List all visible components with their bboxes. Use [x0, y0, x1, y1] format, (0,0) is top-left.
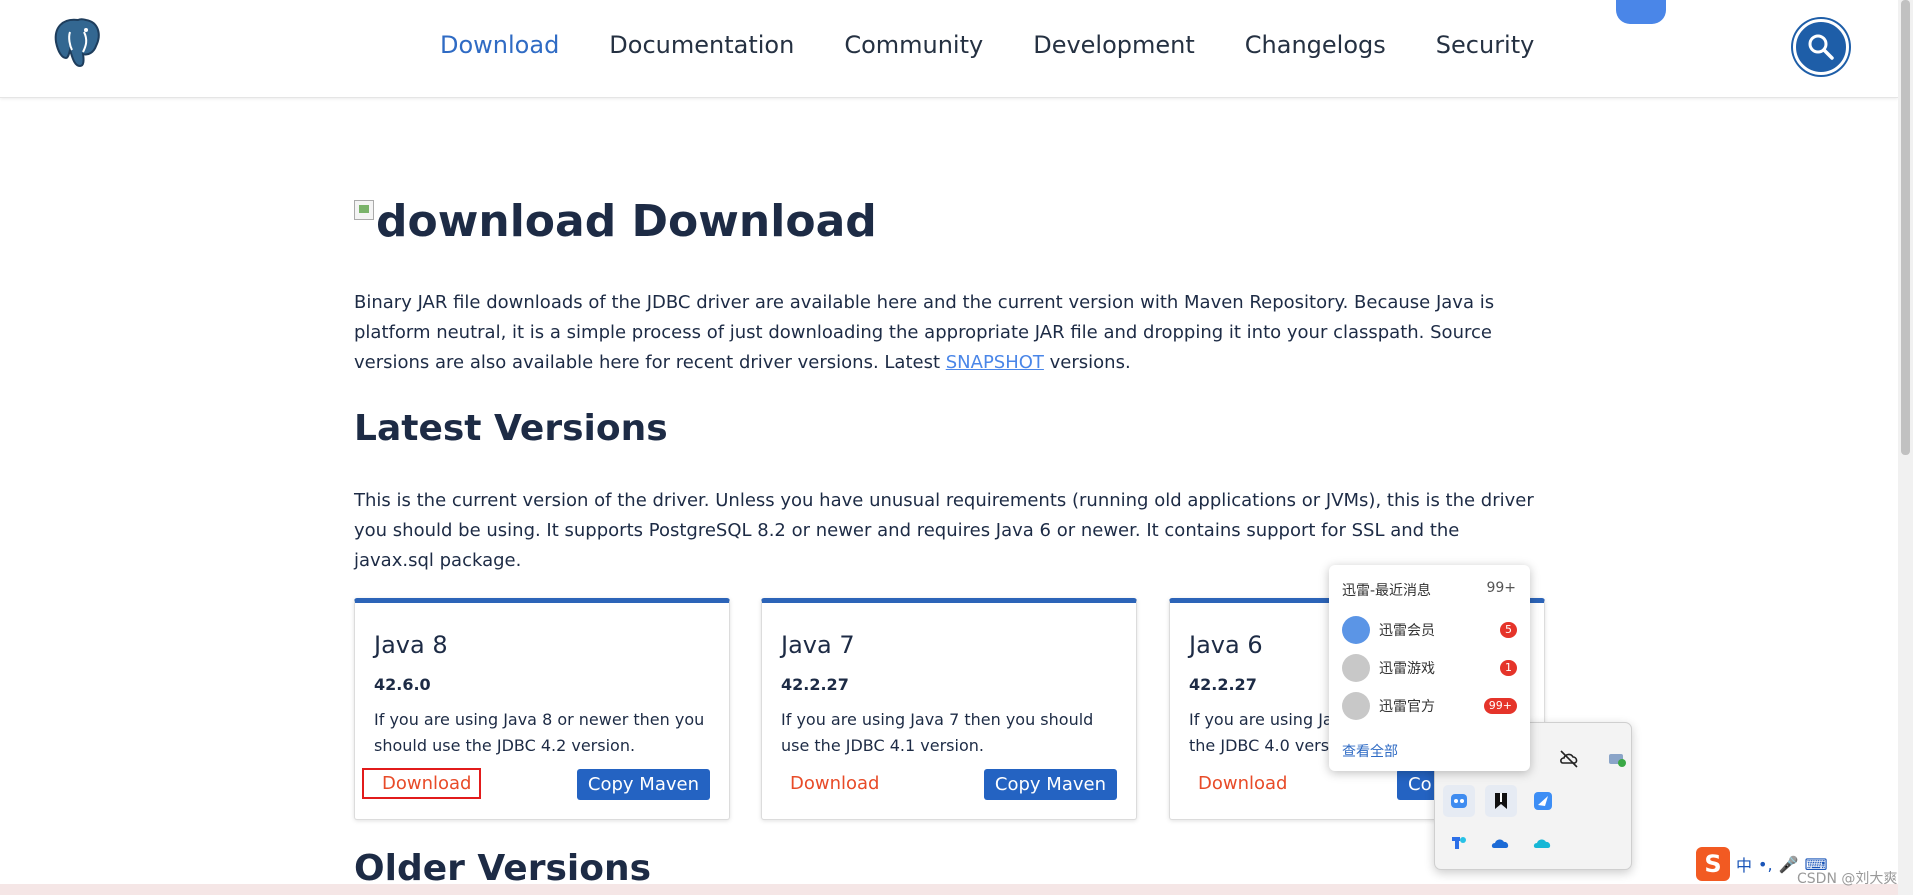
- avatar: [1342, 616, 1370, 644]
- message-sender: 迅雷官方: [1379, 699, 1435, 715]
- copy-maven-button[interactable]: Copy Maven: [576, 769, 710, 800]
- vertical-scrollbar[interactable]: [1898, 0, 1913, 895]
- download-link[interactable]: Download: [1198, 773, 1287, 794]
- intro-text: Binary JAR file downloads of the JDBC dr…: [354, 292, 1495, 373]
- download-link[interactable]: Download: [362, 768, 482, 799]
- card-description: If you are using Java 8 or newer then yo…: [374, 710, 705, 755]
- xunlei-messages-popup: 迅雷-最近消息 99+ 迅雷会员 5 迅雷游戏 1 迅雷官方 99+ 查看全部: [1329, 565, 1530, 771]
- microphone-icon[interactable]: 🎤: [1779, 855, 1799, 874]
- popup-header: 迅雷-最近消息: [1342, 583, 1432, 599]
- bookmark-ribbon-icon[interactable]: [1616, 0, 1666, 24]
- message-row[interactable]: 迅雷会员 5: [1342, 615, 1517, 645]
- title-img-alt: download: [376, 196, 617, 247]
- nav-download[interactable]: Download: [440, 28, 559, 62]
- intro-paragraph: Binary JAR file downloads of the JDBC dr…: [354, 288, 1544, 378]
- nav-documentation[interactable]: Documentation: [609, 28, 794, 62]
- postgresql-elephant-icon[interactable]: [48, 12, 108, 72]
- cloud-off-icon[interactable]: [1553, 743, 1585, 775]
- search-button[interactable]: [1793, 19, 1849, 75]
- scrollbar-thumb[interactable]: [1901, 0, 1910, 455]
- avatar: [1342, 654, 1370, 682]
- ime-punctuation-toggle[interactable]: •,: [1758, 855, 1773, 874]
- nav-community[interactable]: Community: [844, 28, 983, 62]
- sogou-logo-icon[interactable]: S: [1696, 847, 1730, 881]
- message-row[interactable]: 迅雷游戏 1: [1342, 653, 1517, 683]
- card-version: 42.2.27: [1189, 675, 1257, 694]
- ime-language-toggle[interactable]: 中: [1736, 852, 1752, 876]
- card-description: If you are using Java 7 then you should …: [781, 710, 1094, 755]
- watermark: CSDN @刘大爽: [1797, 871, 1898, 887]
- network-icon[interactable]: [1601, 743, 1633, 775]
- bookmark-icon[interactable]: [1485, 785, 1517, 817]
- card-desc-line1: If you are using Jav: [1189, 710, 1343, 729]
- latest-paragraph: This is the current version of the drive…: [354, 490, 1534, 571]
- unread-badge: 1: [1500, 660, 1517, 676]
- card-version: 42.6.0: [374, 675, 431, 694]
- bottom-strip: [0, 884, 1898, 895]
- search-icon: [1808, 34, 1834, 60]
- message-sender: 迅雷游戏: [1379, 661, 1435, 677]
- card-title: Java 8: [374, 631, 448, 659]
- feather-app-icon[interactable]: [1527, 785, 1559, 817]
- nav-security[interactable]: Security: [1436, 28, 1535, 62]
- unread-badge: 99+: [1483, 698, 1517, 714]
- view-all-link[interactable]: 查看全部: [1342, 741, 1398, 761]
- broken-image-icon: [354, 200, 374, 220]
- card-version: 42.2.27: [781, 675, 849, 694]
- unread-badge: 5: [1500, 622, 1517, 638]
- intro-text-end: versions.: [1043, 352, 1131, 373]
- copy-maven-button[interactable]: Copy Maven: [983, 769, 1117, 800]
- older-versions-heading: Older Versions: [354, 848, 652, 889]
- cloud-icon[interactable]: [1527, 827, 1559, 859]
- snapshot-link[interactable]: SNAPSHOT: [946, 352, 1044, 373]
- message-row[interactable]: 迅雷官方 99+: [1342, 691, 1517, 721]
- download-link[interactable]: Download: [790, 773, 879, 794]
- version-card-java8: Java 8 42.6.0 If you are using Java 8 or…: [354, 598, 730, 820]
- page-title: download Download: [354, 196, 877, 247]
- onedrive-icon[interactable]: [1485, 827, 1517, 859]
- card-title: Java 7: [781, 631, 855, 659]
- chat-bot-icon[interactable]: [1443, 785, 1475, 817]
- tencent-app-icon[interactable]: [1443, 827, 1475, 859]
- version-card-java7: Java 7 42.2.27 If you are using Java 7 t…: [761, 598, 1137, 820]
- card-desc-line2: the JDBC 4.0 versi: [1189, 736, 1334, 755]
- card-title: Java 6: [1189, 631, 1263, 659]
- main-nav: Download Documentation Community Develop…: [440, 28, 1584, 62]
- site-header: Download Documentation Community Develop…: [0, 0, 1898, 98]
- latest-versions-heading: Latest Versions: [354, 408, 668, 449]
- nav-changelogs[interactable]: Changelogs: [1245, 28, 1386, 62]
- message-sender: 迅雷会员: [1379, 623, 1435, 639]
- popup-count: 99+: [1486, 580, 1516, 596]
- nav-development[interactable]: Development: [1033, 28, 1195, 62]
- title-text: Download: [631, 196, 877, 247]
- avatar: [1342, 692, 1370, 720]
